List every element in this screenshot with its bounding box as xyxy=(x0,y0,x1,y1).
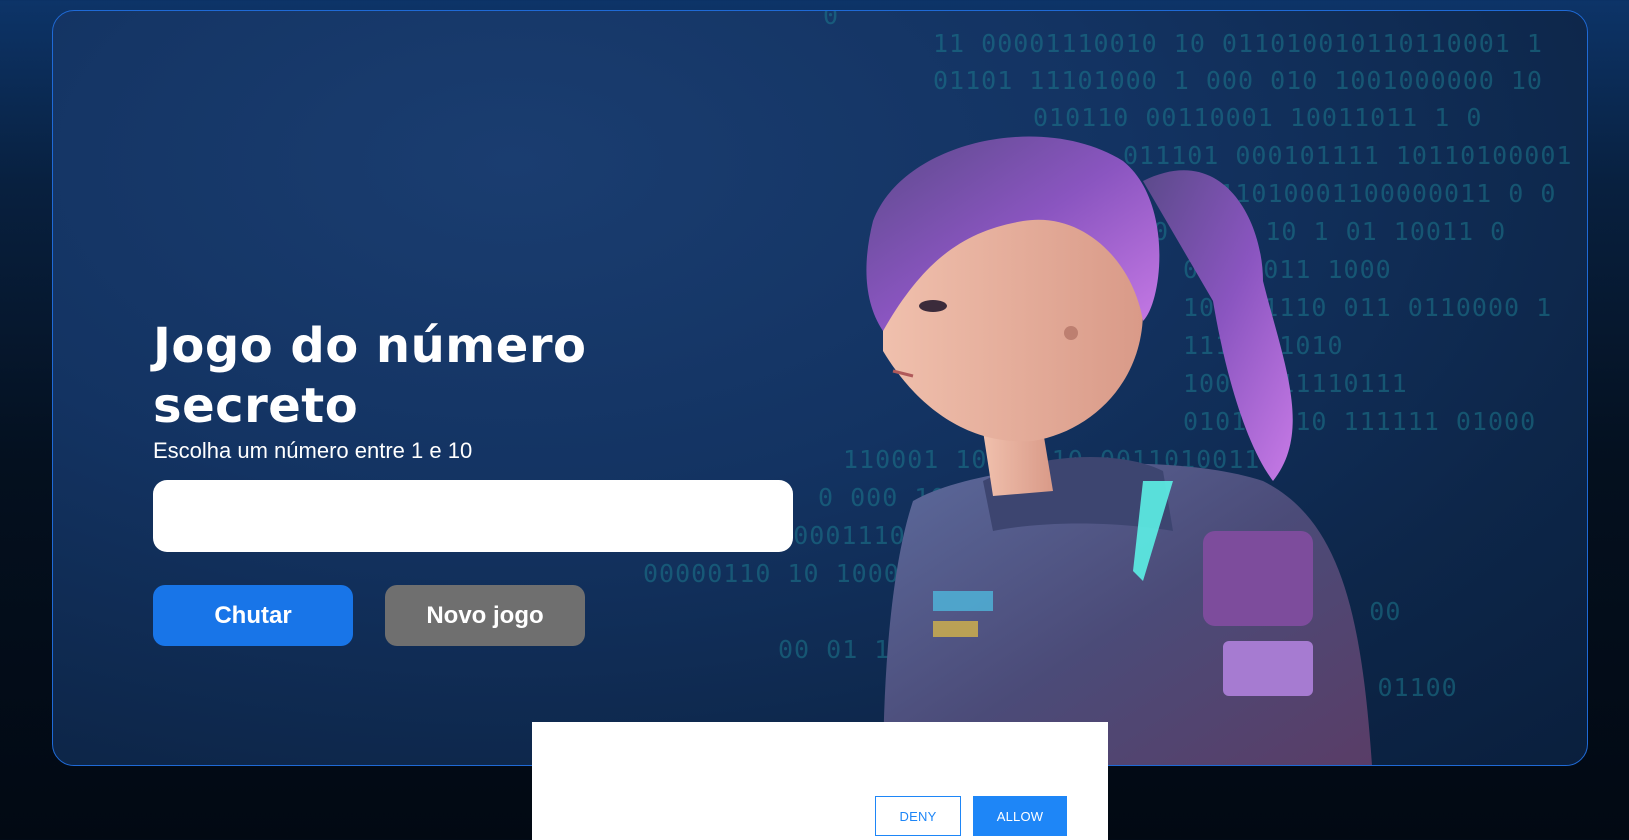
binary-line: 01101 11101000 1 000 010 1001000000 10 xyxy=(933,66,1543,95)
ponytail-shape xyxy=(1143,170,1293,482)
allow-button[interactable]: ALLOW xyxy=(973,796,1067,836)
guess-input[interactable] xyxy=(153,480,793,552)
permission-dialog: DENY ALLOW xyxy=(532,722,1108,840)
instruction-text: Escolha um número entre 1 e 10 xyxy=(153,438,473,463)
character-illustration xyxy=(866,136,1372,765)
game-container: 0 11 00001110010 10 011010010110110001 1… xyxy=(52,10,1588,766)
binary-line: 11 00001110010 10 011010010110110001 1 xyxy=(933,29,1543,58)
game-panel: Jogo do número secreto Escolha um número… xyxy=(153,316,793,646)
binary-line: 0 xyxy=(823,10,840,30)
button-row: Chutar Novo jogo xyxy=(153,585,793,646)
page-title: Jogo do número secreto xyxy=(153,318,587,434)
new-game-button[interactable]: Novo jogo xyxy=(385,585,585,646)
deny-button[interactable]: DENY xyxy=(875,796,961,836)
guess-button[interactable]: Chutar xyxy=(153,585,353,646)
